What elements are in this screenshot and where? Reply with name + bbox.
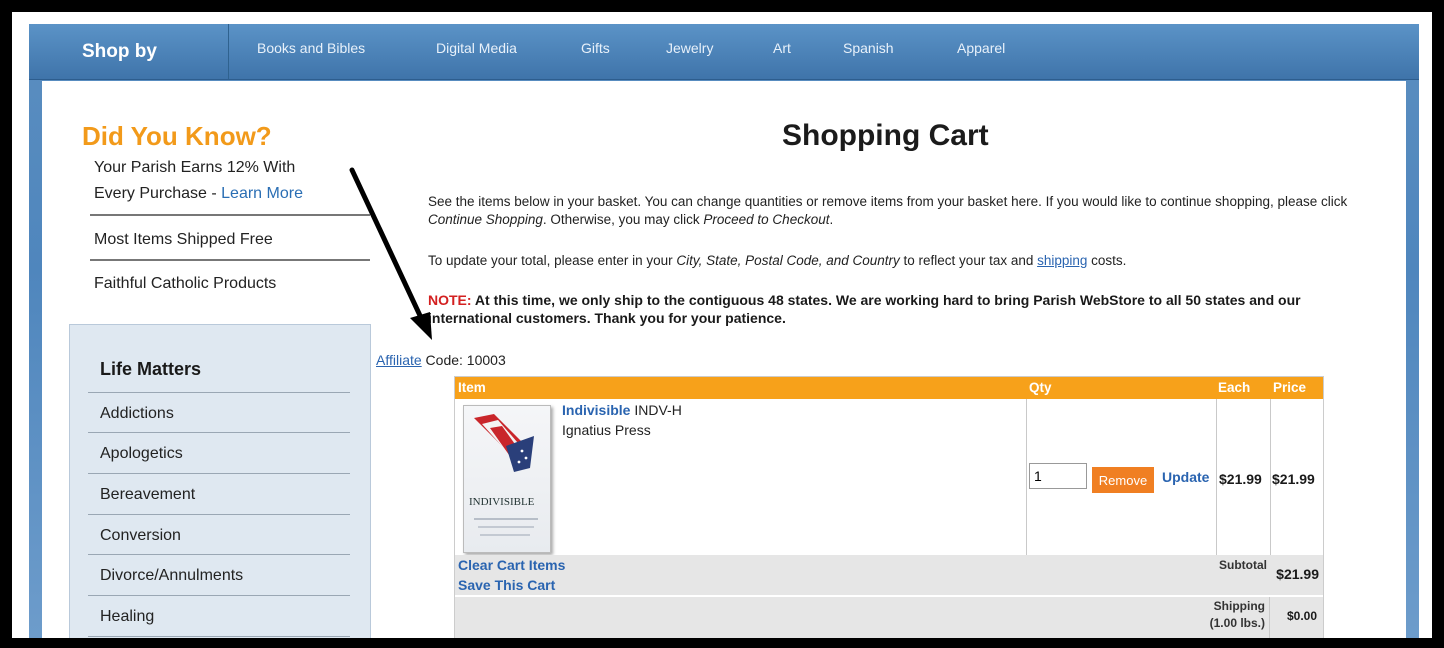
fact-catholic-products: Faithful Catholic Products <box>94 275 277 292</box>
update-fields: City, State, Postal Code, and Country <box>676 253 900 268</box>
fact-shipped-free: Most Items Shipped Free <box>94 231 273 248</box>
cart-table: Item Qty Each Price INDIVISIBLE Indivisi… <box>454 376 1324 638</box>
life-item-divorce-annulments[interactable]: Divorce/Annulments <box>100 567 243 585</box>
divider <box>88 595 350 596</box>
divider <box>1026 399 1027 555</box>
divider <box>88 514 350 515</box>
flag-graphic-icon <box>474 414 534 472</box>
intro-text: . Otherwise, you may click <box>542 212 704 227</box>
shipping-link[interactable]: shipping <box>1037 253 1087 268</box>
life-item-healing[interactable]: Healing <box>100 608 154 626</box>
intro-checkout: Proceed to Checkout <box>703 212 830 227</box>
nav-apparel[interactable]: Apparel <box>957 40 1005 56</box>
divider <box>88 432 350 433</box>
cart-instructions: See the items below in your basket. You … <box>428 193 1388 229</box>
quantity-input[interactable] <box>1029 463 1087 489</box>
nav-digital-media[interactable]: Digital Media <box>436 40 517 56</box>
shipping-weight: (1.00 lbs.) <box>1209 616 1265 630</box>
learn-more-link[interactable]: Learn More <box>221 185 303 202</box>
shipping-value: $0.00 <box>1286 609 1317 623</box>
affiliate-code-value: Code: 10003 <box>421 352 506 368</box>
nav-spanish[interactable]: Spanish <box>843 40 894 56</box>
product-name: Indivisible INDV-H <box>562 402 682 418</box>
divider <box>90 214 370 216</box>
note-label: NOTE: <box>428 292 472 308</box>
product-sku: INDV-H <box>630 402 682 418</box>
life-item-apologetics[interactable]: Apologetics <box>100 445 183 463</box>
subtotal-label: Subtotal <box>1219 558 1267 572</box>
intro-text: . <box>829 212 834 227</box>
fact-parish-earns-line1: Your Parish Earns 12% With <box>94 159 296 176</box>
item-total-price: $21.99 <box>1272 471 1315 487</box>
intro-continue: Continue Shopping <box>428 212 543 227</box>
header-each: Each <box>1218 380 1251 395</box>
life-item-bereavement[interactable]: Bereavement <box>100 486 195 504</box>
update-text: to reflect your tax and <box>899 253 1038 268</box>
life-matters-panel: Life Matters Addictions Apologetics Bere… <box>69 324 371 638</box>
product-publisher: Ignatius Press <box>562 422 651 438</box>
top-nav: Shop by Books and Bibles Digital Media G… <box>29 24 1419 80</box>
shipping-row: Shipping (1.00 lbs.) $0.00 <box>455 597 1323 638</box>
intro-text: See the items below in your basket. You … <box>428 194 1348 209</box>
did-you-know-heading: Did You Know? <box>82 121 272 151</box>
divider <box>1269 597 1270 638</box>
life-item-conversion[interactable]: Conversion <box>100 527 181 545</box>
header-item: Item <box>458 380 486 395</box>
fact-parish-earns-line2: Every Purchase - Learn More <box>94 185 303 203</box>
subtotal-row: Clear Cart Items Save This Cart Subtotal… <box>455 555 1323 595</box>
screenshot-frame: Shop by Books and Bibles Digital Media G… <box>12 12 1432 638</box>
divider <box>88 473 350 474</box>
save-cart-link[interactable]: Save This Cart <box>458 577 555 593</box>
life-matters-heading: Life Matters <box>100 359 202 379</box>
header-qty: Qty <box>1029 380 1052 395</box>
product-cover-image[interactable]: INDIVISIBLE <box>463 405 551 553</box>
divider <box>1270 399 1271 555</box>
life-item-addictions[interactable]: Addictions <box>100 405 174 423</box>
remove-button[interactable]: Remove <box>1092 467 1154 493</box>
product-link[interactable]: Indivisible <box>562 402 630 418</box>
affiliate-link[interactable]: Affiliate <box>376 352 422 368</box>
note-text: At this time, we only ship to the contig… <box>428 292 1301 326</box>
divider <box>88 392 350 393</box>
nav-art[interactable]: Art <box>773 40 791 56</box>
affiliate-code: Affiliate Code: 10003 <box>376 352 506 368</box>
divider <box>88 554 350 555</box>
main-content: Did You Know? Your Parish Earns 12% With… <box>42 81 1406 638</box>
shipping-label: Shipping <box>1213 599 1265 613</box>
divider <box>90 259 370 261</box>
item-each-price: $21.99 <box>1219 471 1262 487</box>
update-instructions: To update your total, please enter in yo… <box>428 252 1388 270</box>
cover-text-line <box>478 526 534 528</box>
shipping-note: NOTE: At this time, we only ship to the … <box>428 291 1388 327</box>
clear-cart-link[interactable]: Clear Cart Items <box>458 557 565 573</box>
header-price: Price <box>1273 380 1307 395</box>
divider <box>1216 399 1217 555</box>
update-link[interactable]: Update <box>1162 469 1209 485</box>
cart-table-header: Item Qty Each Price <box>455 377 1323 399</box>
nav-books-and-bibles[interactable]: Books and Bibles <box>257 40 365 56</box>
shop-by-text: Shop by <box>82 41 157 62</box>
cover-text-line <box>480 534 530 536</box>
fact-parish-earns-text: Every Purchase - <box>94 185 222 202</box>
product-cover-title: INDIVISIBLE <box>469 496 535 508</box>
update-text: To update your total, please enter in yo… <box>428 253 677 268</box>
nav-gifts[interactable]: Gifts <box>581 40 610 56</box>
shop-by-label: Shop by <box>29 24 229 79</box>
cover-text-line <box>474 518 538 520</box>
divider <box>88 636 350 637</box>
subtotal-value: $21.99 <box>1276 566 1319 582</box>
page-title: Shopping Cart <box>782 119 989 152</box>
nav-jewelry[interactable]: Jewelry <box>666 40 713 56</box>
update-text: costs. <box>1087 253 1127 268</box>
